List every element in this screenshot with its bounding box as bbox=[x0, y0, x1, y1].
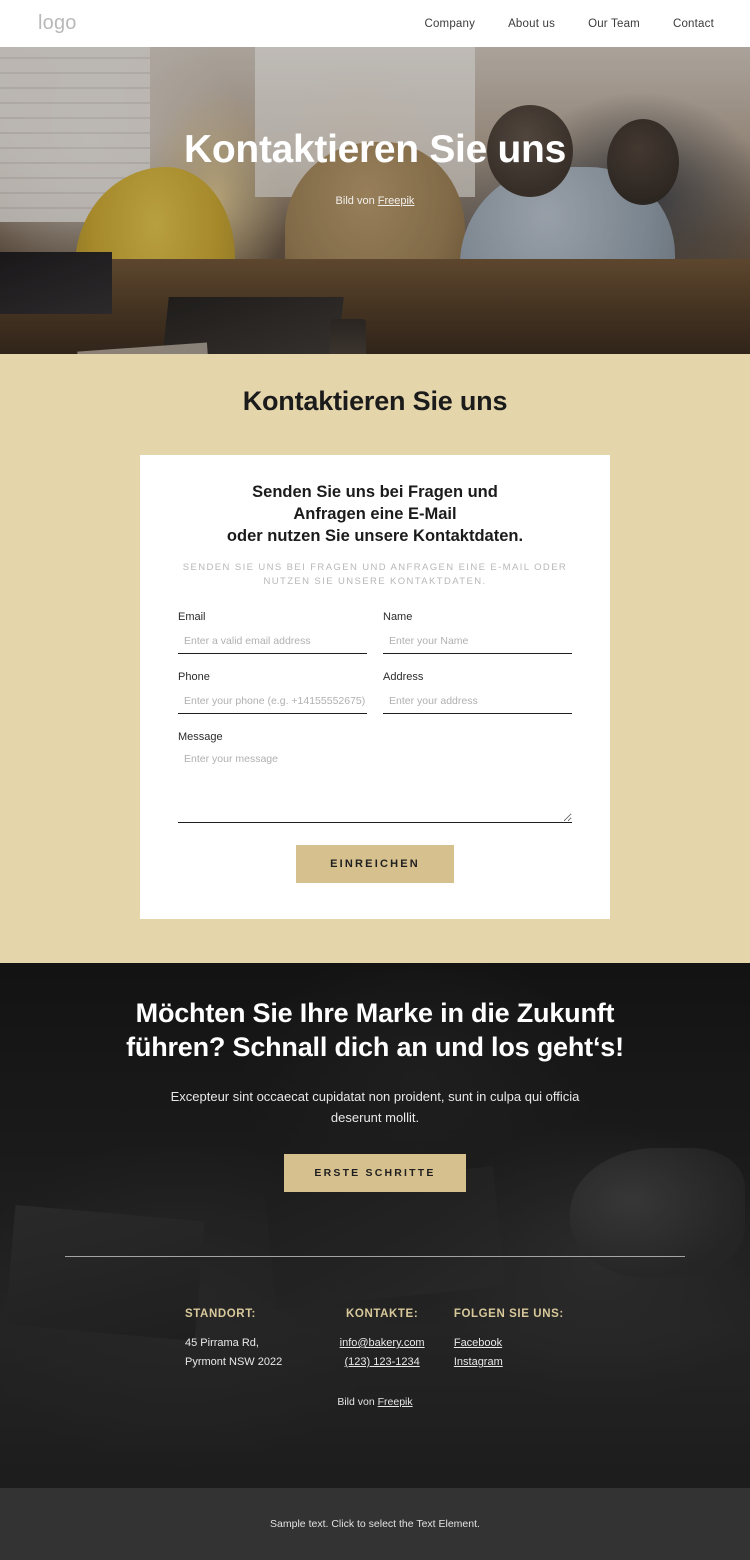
field-message: Message bbox=[178, 731, 572, 828]
phone-input[interactable] bbox=[178, 693, 367, 714]
field-address: Address bbox=[383, 671, 572, 714]
footer-column-location: STANDORT: 45 Pirrama Rd, Pyrmont NSW 202… bbox=[185, 1308, 316, 1372]
main-navigation: Company About us Our Team Contact bbox=[424, 18, 714, 30]
cta-title: Möchten Sie Ihre Marke in die Zukunft fü… bbox=[125, 996, 625, 1064]
footer-email-link[interactable]: info@bakery.com bbox=[316, 1334, 447, 1353]
contact-form-heading: Senden Sie uns bei Fragen und Anfragen e… bbox=[178, 481, 572, 547]
contact-form: Email Name Phone Address bbox=[178, 611, 572, 883]
contact-form-card: Senden Sie uns bei Fragen und Anfragen e… bbox=[140, 455, 610, 919]
contact-section-title: Kontaktieren Sie uns bbox=[242, 386, 508, 416]
label-message: Message bbox=[178, 731, 223, 743]
form-heading-line-1: Senden Sie uns bei Fragen und bbox=[252, 483, 498, 501]
footer-divider bbox=[65, 1256, 685, 1257]
message-textarea[interactable] bbox=[178, 751, 572, 823]
label-phone: Phone bbox=[178, 671, 210, 683]
cta-text-line-1: Excepteur sint occaecat cupidatat non pr… bbox=[170, 1089, 487, 1104]
cta-button[interactable]: ERSTE SCHRITTE bbox=[284, 1154, 466, 1192]
footer-columns: STANDORT: 45 Pirrama Rd, Pyrmont NSW 202… bbox=[0, 1308, 750, 1372]
contact-form-subheading: Senden Sie uns bei Fragen und Anfragen e… bbox=[182, 562, 568, 587]
hero-image-credit: Bild von Freepik bbox=[336, 195, 415, 207]
email-input[interactable] bbox=[178, 633, 367, 654]
cta-title-line-1: Möchten Sie Ihre Marke in die bbox=[135, 998, 510, 1028]
footer-heading-social: FOLGEN SIE UNS: bbox=[453, 1308, 564, 1320]
submit-button[interactable]: EINREICHEN bbox=[296, 845, 454, 883]
form-heading-line-3: oder nutzen Sie unsere Kontaktdaten. bbox=[226, 527, 524, 545]
cta-content: Möchten Sie Ihre Marke in die Zukunft fü… bbox=[0, 963, 750, 1488]
nav-item-about-us[interactable]: About us bbox=[508, 18, 555, 30]
footer-column-contacts: KONTAKTE: info@bakery.com (123) 123-1234 bbox=[316, 1308, 447, 1372]
hero-credit-prefix: Bild von bbox=[335, 195, 378, 207]
footer-address-line-1: 45 Pirrama Rd, bbox=[185, 1337, 259, 1349]
hero-title: Kontaktieren Sie uns bbox=[184, 128, 566, 171]
footer-heading-location: STANDORT: bbox=[185, 1308, 256, 1320]
footer-instagram-link[interactable]: Instagram bbox=[454, 1353, 580, 1372]
cta-title-line-3: und los geht‘s! bbox=[434, 1032, 624, 1062]
footer-phone-link[interactable]: (123) 123-1234 bbox=[316, 1353, 447, 1372]
field-name: Name bbox=[383, 611, 572, 654]
cta-description: Excepteur sint occaecat cupidatat non pr… bbox=[160, 1086, 590, 1128]
hero-section: Kontaktieren Sie uns Bild von Freepik bbox=[0, 47, 750, 354]
form-row-phone-address: Phone Address bbox=[178, 671, 572, 731]
name-input[interactable] bbox=[383, 633, 572, 654]
hero-content: Kontaktieren Sie uns Bild von Freepik bbox=[0, 47, 750, 354]
nav-item-contact[interactable]: Contact bbox=[673, 18, 714, 30]
site-header: logo Company About us Our Team Contact bbox=[0, 0, 750, 47]
nav-item-company[interactable]: Company bbox=[424, 18, 475, 30]
form-row-email-name: Email Name bbox=[178, 611, 572, 671]
footer-credit-prefix: Bild von bbox=[337, 1396, 378, 1408]
footer-credit-link[interactable]: Freepik bbox=[378, 1396, 413, 1408]
footer-column-social: FOLGEN SIE UNS: Facebook Instagram bbox=[448, 1308, 580, 1372]
label-email: Email bbox=[178, 611, 206, 623]
bottom-bar-text[interactable]: Sample text. Click to select the Text El… bbox=[270, 1518, 480, 1530]
address-input[interactable] bbox=[383, 693, 572, 714]
hero-credit-link[interactable]: Freepik bbox=[378, 195, 415, 207]
field-phone: Phone bbox=[178, 671, 367, 714]
label-address: Address bbox=[383, 671, 424, 683]
form-heading-line-2: Anfragen eine E-Mail bbox=[293, 505, 457, 523]
field-email: Email bbox=[178, 611, 367, 654]
footer-facebook-link[interactable]: Facebook bbox=[454, 1334, 580, 1353]
footer-image-credit: Bild von Freepik bbox=[0, 1396, 750, 1408]
footer-heading-contacts: KONTAKTE: bbox=[346, 1308, 419, 1320]
cta-footer-section: Möchten Sie Ihre Marke in die Zukunft fü… bbox=[0, 963, 750, 1488]
submit-row: EINREICHEN bbox=[178, 845, 572, 883]
contact-section: Kontaktieren Sie uns Senden Sie uns bei … bbox=[0, 354, 750, 963]
site-logo[interactable]: logo bbox=[38, 12, 77, 35]
nav-item-our-team[interactable]: Our Team bbox=[588, 18, 640, 30]
label-name: Name bbox=[383, 611, 413, 623]
bottom-bar: Sample text. Click to select the Text El… bbox=[0, 1488, 750, 1560]
footer-address-line-2: Pyrmont NSW 2022 bbox=[185, 1356, 283, 1368]
